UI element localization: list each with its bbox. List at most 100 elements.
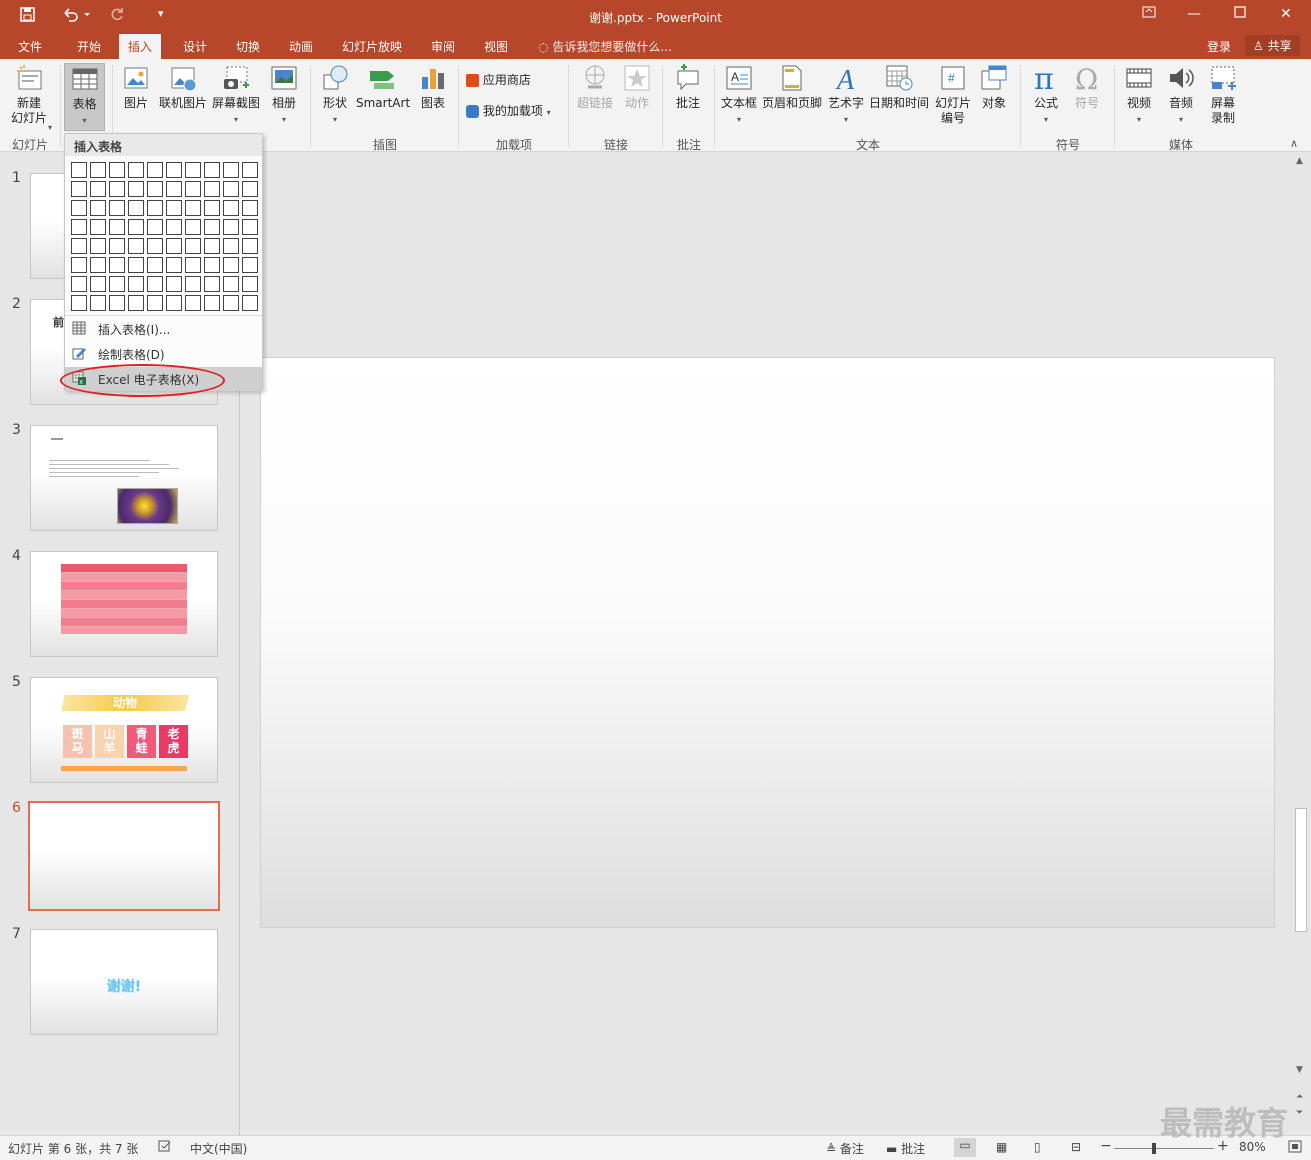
table-grid-cell[interactable] <box>90 181 106 197</box>
slide-editing-canvas[interactable] <box>260 357 1275 928</box>
table-grid-cell[interactable] <box>128 181 144 197</box>
table-grid-cell[interactable] <box>242 238 258 254</box>
table-grid-cell[interactable] <box>223 219 239 235</box>
picture-button[interactable]: 图片 <box>118 63 154 111</box>
table-grid-cell[interactable] <box>109 181 125 197</box>
zoom-slider-thumb[interactable] <box>1152 1143 1156 1154</box>
tab-review[interactable]: 审阅 <box>431 38 455 55</box>
table-grid-cell[interactable] <box>147 219 163 235</box>
previous-slide-icon[interactable]: ⏶ <box>1296 1092 1303 1102</box>
shapes-button[interactable]: 形状 ▾ <box>318 63 352 127</box>
vertical-scrollbar[interactable]: ▲ ▼ <box>1293 153 1309 1083</box>
normal-view-icon[interactable]: ▭ <box>954 1138 976 1157</box>
table-grid-cell[interactable] <box>71 276 87 292</box>
slide-thumbnail-4[interactable] <box>30 551 218 657</box>
table-grid-cell[interactable] <box>242 257 258 273</box>
maximize-icon[interactable] <box>1234 6 1246 22</box>
table-grid-cell[interactable] <box>147 295 163 311</box>
table-grid-cell[interactable] <box>166 295 182 311</box>
object-button[interactable]: 对象 <box>978 63 1010 111</box>
spell-check-icon[interactable] <box>158 1140 172 1156</box>
table-grid-cell[interactable] <box>90 276 106 292</box>
table-grid-cell[interactable] <box>147 162 163 178</box>
comments-button[interactable]: ▬ 批注 <box>886 1140 925 1157</box>
scrollbar-thumb[interactable] <box>1295 808 1307 932</box>
close-icon[interactable]: ✕ <box>1280 6 1292 22</box>
table-grid-cell[interactable] <box>204 238 220 254</box>
table-grid-cell[interactable] <box>109 257 125 273</box>
slide-thumbnail-7[interactable]: 谢谢! <box>30 929 218 1035</box>
table-grid-cell[interactable] <box>109 162 125 178</box>
tell-me-search[interactable]: ◌ 告诉我您想要做什么... <box>538 38 672 55</box>
table-grid-cell[interactable] <box>204 276 220 292</box>
equation-button[interactable]: π 公式 ▾ <box>1028 63 1064 127</box>
table-button[interactable]: 表格 ▾ <box>64 63 105 131</box>
tab-home[interactable]: 开始 <box>77 38 101 55</box>
table-grid-cell[interactable] <box>185 295 201 311</box>
slide-number-button[interactable]: # 幻灯片 编号 <box>934 63 972 126</box>
table-grid-cell[interactable] <box>90 257 106 273</box>
minimize-icon[interactable]: — <box>1187 6 1201 22</box>
table-grid-cell[interactable] <box>166 219 182 235</box>
table-grid-cell[interactable] <box>204 200 220 216</box>
screen-recording-button[interactable]: 屏幕 录制 <box>1206 63 1240 126</box>
table-grid-cell[interactable] <box>166 276 182 292</box>
table-grid-cell[interactable] <box>223 200 239 216</box>
table-grid-cell[interactable] <box>109 295 125 311</box>
zoom-slider[interactable] <box>1114 1143 1214 1154</box>
table-grid-cell[interactable] <box>128 200 144 216</box>
slide-thumbnail-6[interactable] <box>28 801 220 911</box>
sign-in-link[interactable]: 登录 <box>1207 38 1231 55</box>
collapse-ribbon-icon[interactable]: ∧ <box>1290 137 1298 150</box>
table-grid-cell[interactable] <box>128 295 144 311</box>
photo-album-button[interactable]: 相册 ▾ <box>267 63 301 127</box>
fit-slide-icon[interactable] <box>1288 1140 1302 1156</box>
next-slide-icon[interactable]: ⏷ <box>1296 1108 1303 1118</box>
table-grid-cell[interactable] <box>90 295 106 311</box>
table-grid-cell[interactable] <box>128 162 144 178</box>
tab-animations[interactable]: 动画 <box>289 38 313 55</box>
table-grid-cell[interactable] <box>128 257 144 273</box>
header-footer-button[interactable]: 页眉和页脚 <box>761 63 823 111</box>
tab-file[interactable]: 文件 <box>18 38 42 55</box>
online-picture-button[interactable]: 联机图片 <box>159 63 207 111</box>
table-grid-cell[interactable] <box>185 200 201 216</box>
table-grid-cell[interactable] <box>242 295 258 311</box>
new-slide-button[interactable]: 新建 幻灯片 ▾ <box>6 63 52 132</box>
video-button[interactable]: 视频 ▾ <box>1122 63 1156 127</box>
table-grid-cell[interactable] <box>109 200 125 216</box>
table-grid-cell[interactable] <box>242 181 258 197</box>
textbox-button[interactable]: A 文本框 ▾ <box>719 63 759 127</box>
office-store-button[interactable]: 应用商店 <box>466 73 531 88</box>
comment-button[interactable]: 批注 <box>670 63 706 111</box>
scroll-down-icon[interactable]: ▼ <box>1296 1065 1303 1075</box>
scroll-up-icon[interactable]: ▲ <box>1296 156 1303 166</box>
table-grid-cell[interactable] <box>71 295 87 311</box>
share-button[interactable]: ♙ 共享 <box>1245 35 1300 56</box>
table-grid-cell[interactable] <box>223 162 239 178</box>
table-grid-cell[interactable] <box>166 181 182 197</box>
table-grid-cell[interactable] <box>204 162 220 178</box>
zoom-out-icon[interactable]: − <box>1100 1138 1112 1154</box>
table-grid-cell[interactable] <box>185 276 201 292</box>
table-grid-cell[interactable] <box>242 219 258 235</box>
table-grid-cell[interactable] <box>109 238 125 254</box>
date-time-button[interactable]: 日期和时间 <box>868 63 930 111</box>
table-grid-cell[interactable] <box>223 295 239 311</box>
table-grid-cell[interactable] <box>90 200 106 216</box>
table-grid-cell[interactable] <box>166 200 182 216</box>
wordart-button[interactable]: A 艺术字 ▾ <box>827 63 865 127</box>
language-status[interactable]: 中文(中国) <box>190 1140 247 1157</box>
symbol-button[interactable]: Ω 符号 <box>1070 63 1104 111</box>
table-grid-cell[interactable] <box>166 257 182 273</box>
ribbon-display-icon[interactable] <box>1142 6 1156 22</box>
table-grid-cell[interactable] <box>242 162 258 178</box>
table-grid-cell[interactable] <box>204 257 220 273</box>
table-grid-cell[interactable] <box>223 238 239 254</box>
smartart-button[interactable]: SmartArt <box>356 63 410 111</box>
table-grid-cell[interactable] <box>166 238 182 254</box>
table-grid-cell[interactable] <box>223 257 239 273</box>
table-grid-cell[interactable] <box>204 295 220 311</box>
table-grid-cell[interactable] <box>185 162 201 178</box>
table-grid-cell[interactable] <box>71 200 87 216</box>
